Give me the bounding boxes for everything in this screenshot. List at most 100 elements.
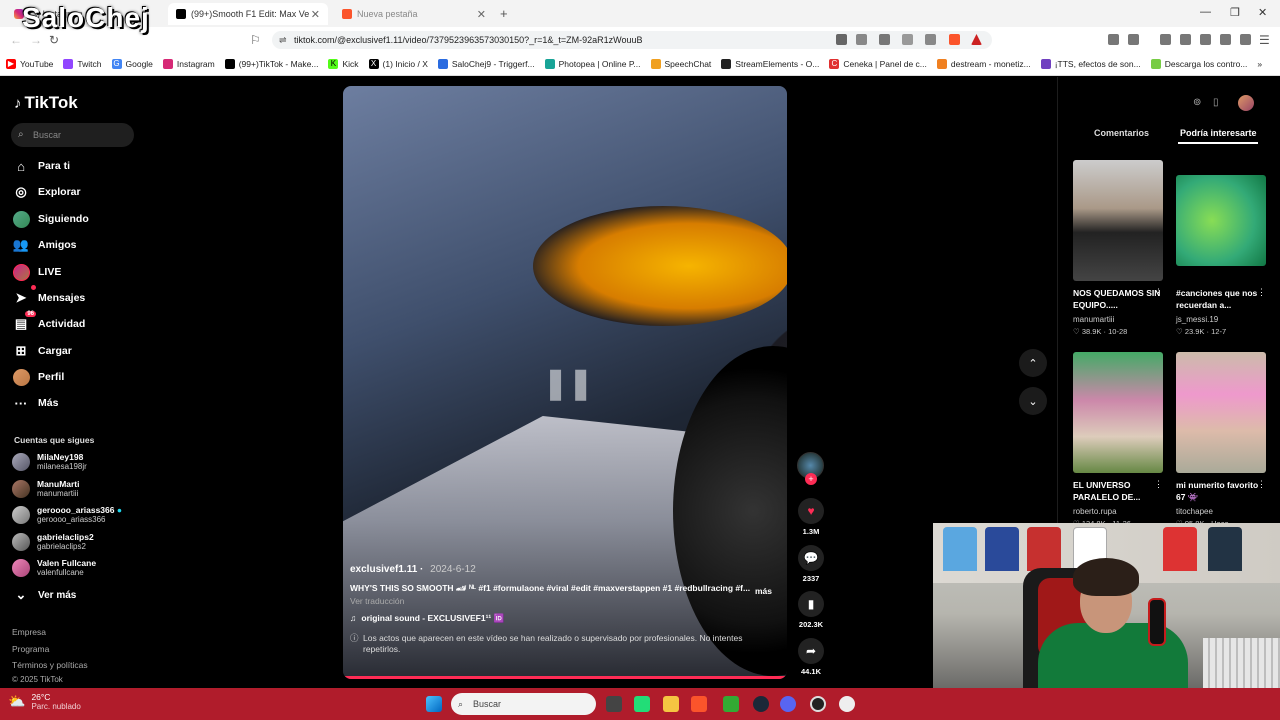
nav-mensajes[interactable]: ➤ Mensajes [12,285,85,307]
brave-browser-icon[interactable] [691,696,707,712]
previous-video-button[interactable]: ⌃ [1019,349,1047,377]
nav-cargar[interactable]: ⊞ Cargar [12,342,72,360]
recommended-video-title[interactable]: EL UNIVERSO PARALELO DE... [1073,479,1161,503]
following-account[interactable]: geroooo_ariass366 ● geroooo_ariass366 [12,505,122,524]
footer-link-programa[interactable]: Programa [12,644,49,654]
recommended-video-author[interactable]: manumartiii [1073,315,1114,324]
nav-perfil[interactable]: Perfil [12,368,64,386]
tab-new[interactable]: Nueva pestaña ✕ [334,3,494,25]
nav-actividad[interactable]: ▤ 96 Actividad [12,311,85,333]
see-more-button[interactable]: ⌄ Ver más [12,586,77,604]
back-icon[interactable]: ← [10,33,22,47]
bookmark-tts[interactable]: ¡TTS, efectos de son... [1040,59,1141,69]
obs-icon[interactable] [810,696,826,712]
save-button[interactable]: ▮ 202.3K [797,591,825,629]
share-button[interactable]: ➦ 44.1K [797,638,825,676]
phone-icon[interactable]: ▯ [1213,97,1219,108]
pause-icon[interactable]: ❚❚ [543,366,593,401]
close-window-icon[interactable]: ✕ [1258,6,1267,19]
vpn-icon[interactable] [1240,34,1251,45]
bookmark-photopea[interactable]: Photopea | Online P... [544,59,641,69]
next-video-button[interactable]: ⌄ [1019,387,1047,415]
nav-mas[interactable]: ··· Más [12,394,59,412]
video-player[interactable]: ❚❚ exclusivef1.11 · 2024-6-12 WHY'S THIS… [343,86,787,679]
forward-icon[interactable]: → [30,33,42,47]
settings-gear-icon[interactable] [839,696,855,712]
tab-tiktok-video[interactable]: (99+)Smooth F1 Edit: Max Ve ✕ [168,3,328,25]
sidebar-icon[interactable] [1180,34,1191,45]
bookmark-x[interactable]: X (1) Inicio / X [368,59,428,69]
nav-explorar[interactable]: ◎ Explorar [12,183,80,201]
store-icon[interactable] [634,696,650,712]
site-info-icon[interactable]: ⇌ [279,31,287,49]
close-tab-icon[interactable]: ✕ [477,8,486,21]
translate-icon[interactable] [879,34,890,45]
extensions-puzzle-icon[interactable] [1108,34,1119,45]
steam-icon[interactable] [753,696,769,712]
app-icon[interactable] [723,696,739,712]
video-progress-bar[interactable] [343,676,787,679]
see-translation-link[interactable]: Ver traducción [350,596,780,606]
nav-siguiendo[interactable]: Siguiendo [12,210,89,228]
like-button[interactable]: ♥ 1.3M [797,498,825,536]
recommended-video-thumb[interactable] [1073,160,1163,281]
new-tab-button[interactable]: + [500,6,508,21]
more-options-icon[interactable]: ⋮ [1154,287,1163,298]
restore-icon[interactable]: ❐ [1230,6,1240,19]
following-account[interactable]: ManuMarti manumartiii [12,479,80,498]
extension-icon[interactable] [1128,34,1139,45]
video-author[interactable]: exclusivef1.11 · 2024-6-12 [350,564,780,575]
discord-icon[interactable] [780,696,796,712]
follow-plus-icon[interactable]: + [805,473,817,485]
recommended-video-title[interactable]: mi numerito favorito 67 👾 [1176,479,1264,503]
nav-amigos[interactable]: 👥 Amigos [12,236,77,254]
footer-link-terms[interactable]: Términos y políticas [12,660,88,670]
recommended-video-author[interactable]: roberto.rupa [1073,507,1117,516]
more-caption-button[interactable]: más [755,586,772,596]
minimize-icon[interactable]: — [1200,6,1211,18]
file-explorer-icon[interactable] [663,696,679,712]
more-options-icon[interactable]: ⋮ [1154,479,1163,490]
nav-para-ti[interactable]: ⌂ Para ti [12,157,70,175]
bookmark-triggerfyre[interactable]: SaloChej9 - Triggerf... [437,59,535,69]
settings-icon[interactable]: ⊚ [1193,97,1201,108]
tab-comentarios[interactable]: Comentarios [1094,128,1149,138]
bookmark-speechchat[interactable]: SpeechChat [650,59,711,69]
recommended-video-thumb[interactable] [1073,352,1163,473]
open-in-app-icon[interactable] [856,34,867,45]
media-icon[interactable] [1160,34,1171,45]
menu-icon[interactable]: ☰ [1259,33,1270,47]
nav-live[interactable]: LIVE [12,263,61,281]
task-view-icon[interactable] [606,696,622,712]
share-icon[interactable] [925,34,936,45]
close-tab-icon[interactable]: ✕ [311,8,320,21]
taskbar-search[interactable]: ⌕ Buscar [451,693,596,715]
recommended-video-title[interactable]: #canciones que nos recuerdan a... [1176,287,1264,311]
recommended-video-title[interactable]: NOS QUEDAMOS SIN EQUIPO..... [1073,287,1161,311]
user-avatar[interactable] [1238,95,1254,111]
bookmark-kick[interactable]: K Kick [328,59,359,69]
bookmark-tiktok[interactable]: (99+)TikTok - Make... [224,59,318,69]
extension-icon[interactable] [836,34,847,45]
following-account[interactable]: gabrielaclips2 gabrielaclips2 [12,532,94,551]
leo-ai-icon[interactable] [1220,34,1231,45]
tab-podria-interesarte[interactable]: Podría interesarte [1180,128,1257,138]
bookmark-google[interactable]: G Google [111,59,153,69]
bookmark-ceneka[interactable]: C Ceneka | Panel de c... [829,59,927,69]
bookmark-destream[interactable]: destream - monetiz... [936,59,1031,69]
video-sound[interactable]: ♫ original sound - EXCLUSIVEF1¹¹ 🆔 [350,613,780,624]
footer-link-empresa[interactable]: Empresa [12,627,46,637]
tiktok-logo[interactable]: ♪ TikTok [14,93,78,113]
comment-button[interactable]: 💬 2337 [797,545,825,583]
wallet-icon[interactable] [1200,34,1211,45]
more-options-icon[interactable]: ⋮ [1257,479,1266,490]
bookmark-streamelements[interactable]: StreamElements - O... [721,59,819,69]
brave-shield-icon[interactable] [949,34,960,45]
reload-icon[interactable]: ↻ [49,33,59,47]
bookmark-instagram[interactable]: Instagram [162,59,215,69]
following-account[interactable]: Valen Fullcane valenfullcane [12,558,96,577]
weather-widget[interactable]: ⛅ 26°C Parc. nublado [8,692,81,711]
windows-start-icon[interactable] [426,696,442,712]
bookmark-download[interactable]: Descarga los contro... [1150,59,1247,69]
bookmark-icon[interactable]: ⚐ [250,33,261,47]
